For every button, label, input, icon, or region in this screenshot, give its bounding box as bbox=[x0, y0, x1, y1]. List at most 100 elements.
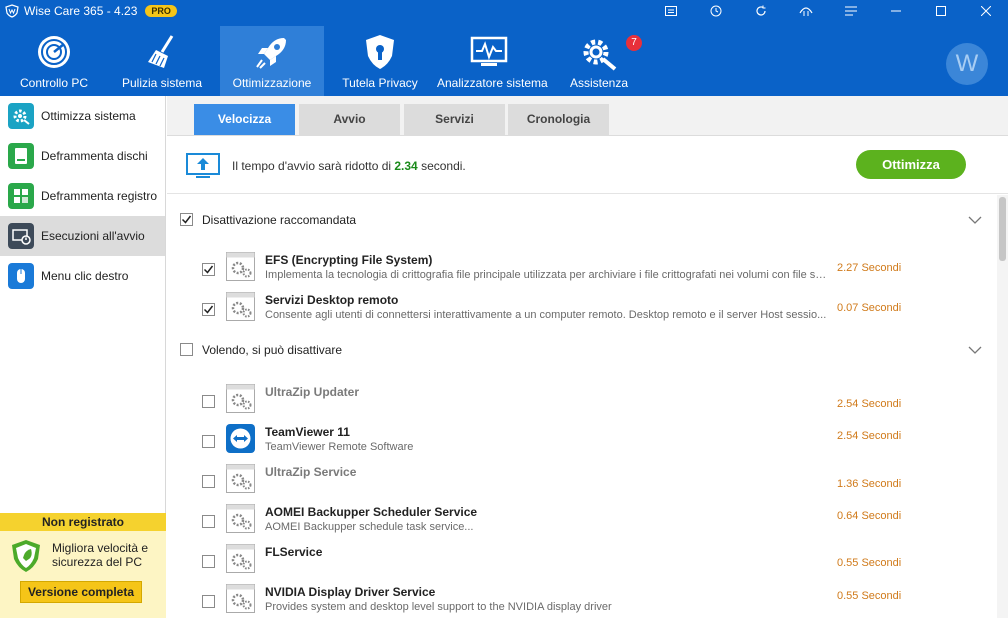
sidebar-item-deframmenta-registro[interactable]: Deframmenta registro bbox=[0, 176, 165, 216]
list-item[interactable]: UltraZip Updater 2.54 Secondi bbox=[167, 381, 997, 421]
list-icon[interactable] bbox=[828, 0, 873, 22]
sidebar-item-esecuzioni-avvio[interactable]: Esecuzioni all'avvio bbox=[0, 216, 165, 256]
group-header-recommended[interactable]: Disattivazione raccomandata bbox=[167, 205, 997, 235]
item-checkbox[interactable] bbox=[202, 263, 215, 276]
title-bar: Wise Care 365 - 4.23 PRO bbox=[0, 0, 1008, 22]
list-item[interactable]: Servizi Desktop remoto Consente agli ute… bbox=[167, 289, 997, 329]
nav-pulizia-sistema[interactable]: Pulizia sistema bbox=[110, 26, 214, 92]
app-logo-icon bbox=[5, 4, 19, 18]
window-title: Wise Care 365 - 4.23 bbox=[24, 4, 138, 18]
list-item[interactable]: AOMEI Backupper Scheduler Service AOMEI … bbox=[167, 501, 997, 541]
clock-icon[interactable] bbox=[693, 0, 738, 22]
sidebar-item-label: Menu clic destro bbox=[41, 269, 129, 283]
list-item[interactable]: FLService 0.55 Secondi bbox=[167, 541, 997, 581]
teamviewer-icon bbox=[226, 424, 255, 453]
item-description: Consente agli utenti di connettersi inte… bbox=[265, 309, 827, 321]
startup-icon bbox=[8, 223, 34, 249]
service-gear-icon bbox=[226, 504, 255, 533]
sidebar-item-menu-clic-destro[interactable]: Menu clic destro bbox=[0, 256, 165, 296]
network-icon[interactable] bbox=[783, 0, 828, 22]
item-description: AOMEI Backupper schedule task service... bbox=[265, 521, 474, 533]
scrollbar-thumb[interactable] bbox=[999, 197, 1006, 261]
disk-icon bbox=[8, 143, 34, 169]
chevron-down-icon[interactable] bbox=[968, 215, 982, 225]
avatar[interactable]: W bbox=[946, 43, 988, 85]
maximize-icon[interactable] bbox=[918, 0, 963, 22]
full-version-button[interactable]: Versione completa bbox=[20, 581, 142, 603]
shield-lock-icon bbox=[366, 35, 394, 69]
item-checkbox[interactable] bbox=[202, 515, 215, 528]
tab-velocizza[interactable]: Velocizza bbox=[194, 104, 295, 135]
item-name: FLService bbox=[265, 545, 323, 559]
nav-controllo-pc[interactable]: Controllo PC bbox=[2, 26, 106, 92]
list-item[interactable]: EFS (Encrypting File System) Implementa … bbox=[167, 249, 997, 289]
nav-label: Assistenza bbox=[569, 76, 629, 90]
item-name: UltraZip Updater bbox=[265, 385, 360, 399]
item-time: 1.36 Secondi bbox=[837, 478, 902, 490]
registry-icon bbox=[8, 183, 34, 209]
nav-ottimizzazione[interactable]: Ottimizzazione bbox=[220, 26, 324, 96]
group-label: Disattivazione raccomandata bbox=[202, 213, 357, 227]
nav-analizzatore-sistema[interactable]: Analizzatore sistema bbox=[437, 26, 548, 92]
optimize-gear-icon bbox=[8, 103, 34, 129]
sidebar-item-label: Esecuzioni all'avvio bbox=[41, 229, 145, 243]
tab-servizi[interactable]: Servizi bbox=[404, 104, 505, 135]
item-description: TeamViewer Remote Software bbox=[265, 441, 414, 453]
tab-avvio[interactable]: Avvio bbox=[299, 104, 400, 135]
service-gear-icon bbox=[226, 464, 255, 493]
rocket-icon bbox=[256, 38, 286, 69]
sidebar: Ottimizza sistema Deframmenta dischi Def… bbox=[0, 96, 166, 618]
item-checkbox[interactable] bbox=[202, 595, 215, 608]
menu-icon[interactable] bbox=[648, 0, 693, 22]
monitor-upload-icon bbox=[186, 153, 220, 178]
item-checkbox[interactable] bbox=[202, 435, 215, 448]
promo-header: Non registrato bbox=[0, 513, 166, 531]
sidebar-item-label: Ottimizza sistema bbox=[41, 109, 136, 123]
list-item[interactable]: TeamViewer 11 TeamViewer Remote Software… bbox=[167, 421, 997, 461]
item-checkbox[interactable] bbox=[202, 395, 215, 408]
sidebar-item-ottimizza-sistema[interactable]: Ottimizza sistema bbox=[0, 96, 165, 136]
item-time: 2.27 Secondi bbox=[837, 262, 902, 274]
group-label: Volendo, si può disattivare bbox=[202, 343, 343, 357]
mouse-icon bbox=[8, 263, 34, 289]
window-controls bbox=[648, 0, 1008, 22]
chevron-down-icon[interactable] bbox=[968, 345, 982, 355]
nav-tutela-privacy[interactable]: Tutela Privacy bbox=[328, 26, 432, 92]
promo-text: Migliora velocità e sicurezza del PC bbox=[52, 541, 149, 569]
group-checkbox[interactable] bbox=[180, 343, 193, 356]
item-time: 2.54 Secondi bbox=[837, 430, 902, 442]
startup-items-list: Disattivazione raccomandata EFS (Encrypt… bbox=[167, 195, 997, 618]
service-gear-icon bbox=[226, 252, 255, 281]
item-checkbox[interactable] bbox=[202, 303, 215, 316]
tab-bar: Velocizza Avvio Servizi Cronologia bbox=[167, 96, 1008, 136]
list-item[interactable]: UltraZip Service 1.36 Secondi bbox=[167, 461, 997, 501]
item-time: 0.64 Secondi bbox=[837, 510, 902, 522]
monitor-pulse-icon bbox=[470, 36, 508, 66]
sidebar-item-deframmenta-dischi[interactable]: Deframmenta dischi bbox=[0, 136, 165, 176]
item-checkbox[interactable] bbox=[202, 555, 215, 568]
refresh-icon[interactable] bbox=[738, 0, 783, 22]
group-checkbox[interactable] bbox=[180, 213, 193, 226]
item-time: 0.55 Secondi bbox=[837, 557, 902, 569]
item-checkbox[interactable] bbox=[202, 475, 215, 488]
minimize-icon[interactable] bbox=[873, 0, 918, 22]
tab-cronologia[interactable]: Cronologia bbox=[508, 104, 609, 135]
optimize-button[interactable]: Ottimizza bbox=[856, 150, 966, 179]
item-name: AOMEI Backupper Scheduler Service bbox=[265, 505, 478, 519]
item-time: 2.54 Secondi bbox=[837, 398, 902, 410]
item-time: 0.55 Secondi bbox=[837, 590, 902, 602]
list-item[interactable]: NVIDIA Display Driver Service Provides s… bbox=[167, 581, 997, 618]
gear-wrench-icon bbox=[583, 39, 617, 71]
boot-seconds-value: 2.34 bbox=[394, 159, 418, 173]
shield-rocket-icon bbox=[12, 540, 40, 572]
nav-label: Ottimizzazione bbox=[232, 76, 312, 90]
service-gear-icon bbox=[226, 292, 255, 321]
item-description: Implementa la tecnologia di crittografia… bbox=[265, 269, 827, 281]
item-name: UltraZip Service bbox=[265, 465, 357, 479]
sidebar-item-label: Deframmenta dischi bbox=[41, 149, 148, 163]
close-icon[interactable] bbox=[963, 0, 1008, 22]
vertical-scrollbar[interactable] bbox=[997, 195, 1008, 618]
group-header-optional[interactable]: Volendo, si può disattivare bbox=[167, 335, 997, 365]
service-gear-icon bbox=[226, 584, 255, 613]
nav-label: Tutela Privacy bbox=[342, 76, 418, 90]
